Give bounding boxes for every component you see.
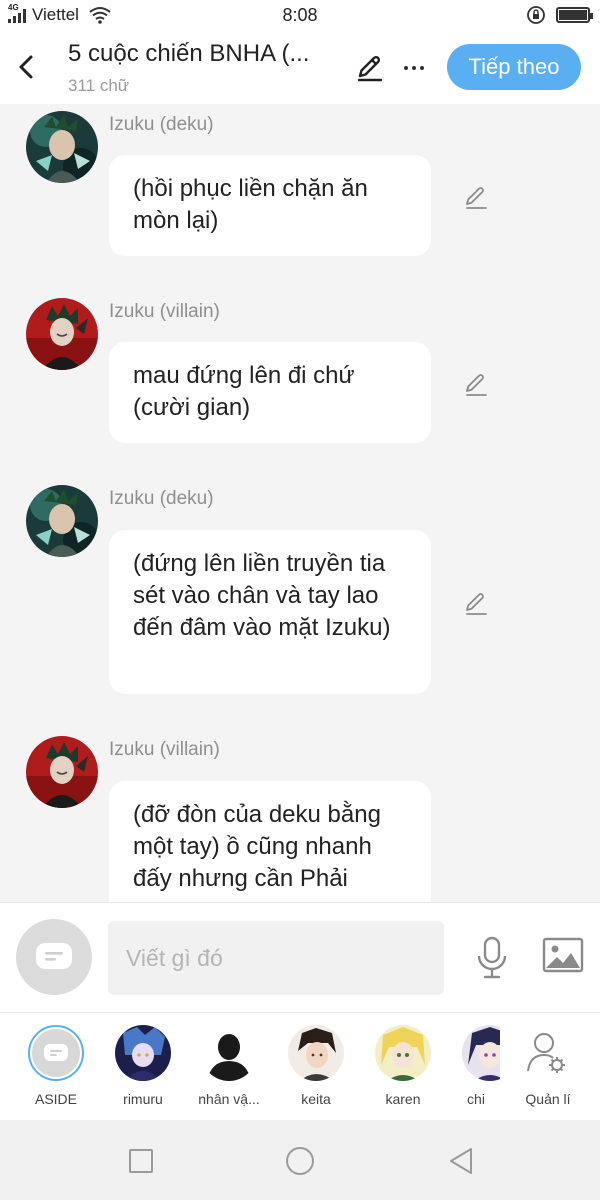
manage-characters-button[interactable]: Quản lí — [508, 1013, 588, 1121]
word-count: 311 chữ — [68, 76, 130, 95]
story-title: 5 cuộc chiến BNHA (... — [68, 40, 310, 67]
rotation-lock-icon — [527, 6, 545, 24]
header: 5 cuộc chiến BNHA (... 311 chữ Tiếp theo — [0, 32, 600, 104]
aside-avatar — [28, 1025, 84, 1081]
avatar-deku[interactable] — [26, 485, 98, 557]
character-label: karen — [385, 1091, 421, 1107]
aside-toggle-button[interactable] — [16, 919, 92, 995]
edit-message-icon[interactable] — [462, 370, 490, 398]
image-icon[interactable] — [542, 937, 584, 973]
chat-area[interactable]: Izuku (deku) (hồi phục liền chặn ăn mòn … — [0, 104, 600, 902]
user-settings-icon — [527, 1033, 565, 1073]
character-label: nhân vậ... — [198, 1091, 260, 1107]
character-keita[interactable]: keita — [278, 1013, 354, 1121]
back-icon[interactable] — [444, 1144, 478, 1178]
microphone-icon[interactable] — [474, 935, 510, 981]
message-bubble[interactable]: (đứng lên liền truyền tia sét vào chân v… — [109, 530, 431, 694]
status-time: 8:08 — [282, 5, 318, 25]
sender-name: Izuku (deku) — [109, 488, 214, 509]
character-npc[interactable]: nhân vậ... — [191, 1013, 267, 1121]
sender-name: Izuku (villain) — [109, 739, 220, 760]
input-bar — [0, 902, 600, 1012]
battery-icon — [556, 7, 593, 23]
character-label: keita — [301, 1091, 331, 1107]
character-label: ASIDE — [34, 1091, 77, 1107]
message-bubble[interactable]: (hồi phục liền chặn ăn mòn lại) — [109, 155, 431, 256]
status-right — [526, 5, 593, 25]
edit-pencil-icon[interactable] — [354, 52, 386, 84]
character-aside[interactable]: ASIDE — [18, 1013, 94, 1121]
message-bubble[interactable]: (đỡ đòn của deku bằng một tay) ồ cũng nh… — [109, 781, 431, 902]
message-input[interactable] — [108, 921, 444, 995]
character-rimuru[interactable]: rimuru — [105, 1013, 181, 1121]
avatar-chi — [462, 1025, 500, 1081]
message-bubble[interactable]: mau đứng lên đi chứ (cười gian) — [109, 342, 431, 443]
avatar-deku[interactable] — [26, 111, 98, 183]
next-button[interactable]: Tiếp theo — [447, 44, 581, 90]
edit-message-icon[interactable] — [462, 183, 490, 211]
sender-name: Izuku (villain) — [109, 301, 220, 322]
avatar-villain[interactable] — [26, 736, 98, 808]
recent-apps-icon[interactable] — [124, 1144, 158, 1178]
avatar-silhouette — [201, 1025, 257, 1081]
sender-name: Izuku (deku) — [109, 114, 214, 135]
character-karen[interactable]: karen — [365, 1013, 441, 1121]
avatar-karen — [375, 1025, 431, 1081]
avatar-keita — [288, 1025, 344, 1081]
character-bar: ASIDE rimuru nhân vậ... keita karen chi … — [0, 1012, 600, 1120]
status-bar: 4G Viettel 8:08 — [0, 0, 600, 32]
system-nav-bar — [0, 1120, 600, 1200]
more-options-icon[interactable] — [400, 52, 428, 84]
avatar-villain[interactable] — [26, 298, 98, 370]
manage-label: Quản lí — [525, 1091, 571, 1107]
back-arrow-icon[interactable] — [12, 50, 42, 84]
home-icon[interactable] — [283, 1144, 317, 1178]
avatar-rimuru — [115, 1025, 171, 1081]
chat-bubble-icon — [36, 943, 72, 969]
character-chi[interactable]: chi — [444, 1013, 500, 1121]
chat-bubble-icon — [44, 1044, 68, 1061]
character-label: rimuru — [123, 1091, 163, 1107]
edit-message-icon[interactable] — [462, 589, 490, 617]
character-label: chi — [467, 1091, 485, 1107]
